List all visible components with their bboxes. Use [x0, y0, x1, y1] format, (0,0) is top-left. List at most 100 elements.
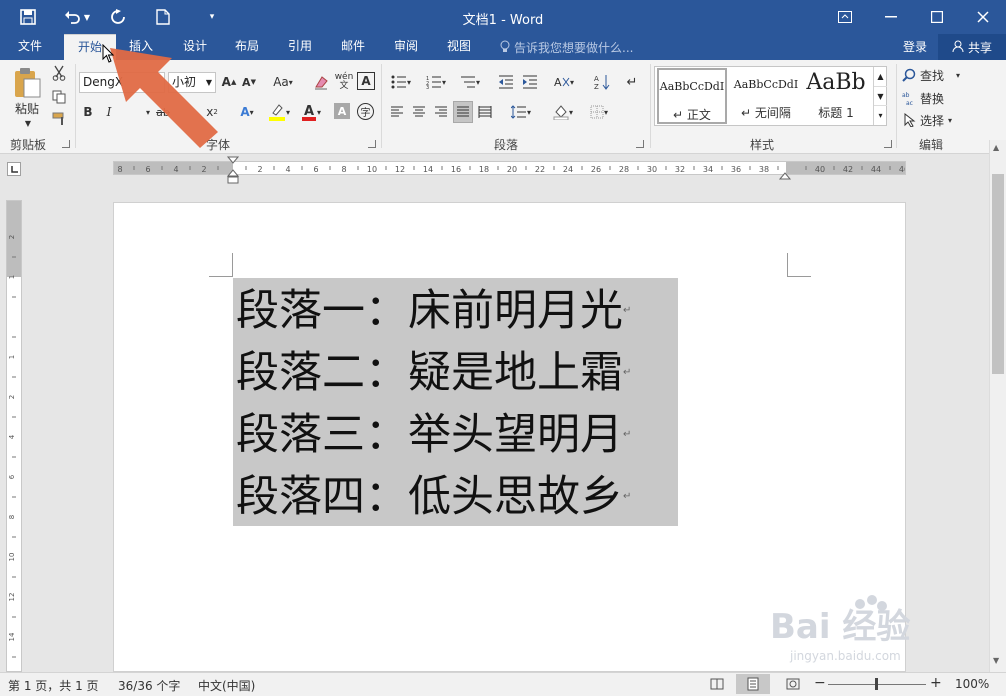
highlight-color-icon[interactable]: ▾ [264, 102, 294, 122]
align-center-icon[interactable] [410, 102, 428, 122]
find-button[interactable]: 查找 ▾ [902, 66, 960, 84]
language-indicator[interactable]: 中文(中国) [198, 677, 255, 694]
svg-text:ac: ac [906, 100, 913, 105]
cursor-icon [904, 113, 916, 127]
first-line-indent-marker[interactable] [226, 156, 240, 187]
enclose-characters-icon[interactable]: 字 [357, 103, 374, 120]
decrease-indent-icon[interactable] [496, 72, 516, 92]
align-right-icon[interactable] [432, 102, 450, 122]
tell-me-placeholder: 告诉我您想要做什么... [514, 41, 634, 55]
scroll-thumb[interactable] [992, 174, 1004, 374]
tab-references[interactable]: 引用 [277, 34, 323, 60]
justify-icon[interactable] [453, 101, 473, 123]
copy-icon[interactable] [50, 88, 68, 106]
sign-in-link[interactable]: 登录 [903, 38, 927, 55]
tab-review[interactable]: 审阅 [383, 34, 429, 60]
gallery-more-icon[interactable]: ▾ [874, 105, 887, 124]
paragraph-2[interactable]: 段落二：疑是地上霜↵ [236, 342, 631, 404]
paste-label[interactable]: 粘贴 [10, 100, 44, 116]
show-formatting-marks-icon[interactable]: ↵ [624, 72, 640, 92]
numbering-icon[interactable]: 1 2 3 ▾ [422, 72, 450, 92]
paragraph-launcher-icon[interactable] [636, 140, 644, 148]
scroll-down-icon[interactable]: ▼ [993, 656, 999, 665]
maximize-icon[interactable] [914, 0, 960, 34]
tab-layout[interactable]: 布局 [224, 34, 270, 60]
bold-icon[interactable]: B [80, 102, 96, 122]
line-spacing-icon[interactable]: ▾ [506, 102, 536, 122]
text-effects-icon[interactable]: A ▾ [234, 102, 260, 122]
cut-icon[interactable] [50, 64, 68, 82]
format-painter-icon[interactable] [50, 110, 68, 128]
character-shading-icon[interactable]: A [334, 103, 350, 119]
find-icon [902, 68, 916, 82]
paragraph-4[interactable]: 段落四：低头思故乡↵ [236, 466, 631, 528]
web-layout-icon[interactable] [786, 677, 800, 694]
font-launcher-icon[interactable] [368, 140, 376, 148]
scroll-up-icon[interactable]: ▲ [993, 143, 999, 152]
ruler-label: 12 [8, 593, 16, 602]
ruler-label: 2 [201, 165, 206, 174]
zoom-in-icon[interactable]: + [930, 675, 942, 691]
change-case-icon[interactable]: Aa ▾ [269, 72, 297, 92]
character-border-icon[interactable]: A [357, 72, 375, 90]
print-layout-icon[interactable] [736, 674, 770, 694]
font-color-icon[interactable]: A ▾ [298, 102, 324, 122]
tab-file[interactable]: 文件 [6, 34, 54, 60]
vertical-ruler-ticks: 21124681012141618 [8, 235, 16, 658]
right-indent-marker[interactable] [778, 169, 792, 183]
paste-icon[interactable] [10, 66, 44, 100]
style-normal[interactable]: AaBbCcDdI ↵ 正文 [657, 68, 727, 124]
tab-view[interactable]: 视图 [436, 34, 482, 60]
page-count[interactable]: 第 1 页，共 1 页 [8, 677, 99, 694]
minimize-icon[interactable] [868, 0, 914, 34]
shading-icon[interactable]: ▾ [548, 102, 578, 122]
ruler-label: 8 [117, 165, 122, 174]
paragraph-1[interactable]: 段落一：床前明月光↵ [236, 280, 631, 342]
select-button[interactable]: 选择 ▾ [902, 111, 952, 129]
ruler-label: 6 [8, 474, 16, 479]
borders-icon[interactable]: ▾ [584, 102, 614, 122]
close-icon[interactable] [960, 0, 1006, 34]
tell-me-box[interactable]: 告诉我您想要做什么... [500, 39, 633, 56]
svg-text:Bai 经验: Bai 经验 [770, 607, 910, 647]
word-count[interactable]: 36/36 个字 [118, 677, 180, 694]
multilevel-list-icon[interactable]: ▾ [456, 72, 484, 92]
styles-launcher-icon[interactable] [884, 140, 892, 148]
ruler-label: 44 [871, 165, 881, 174]
ruler-label: 2 [8, 395, 16, 399]
paragraph-3[interactable]: 段落三：举头望明月↵ [236, 404, 631, 466]
zoom-level[interactable]: 100% [955, 677, 989, 691]
paste-dropdown-icon[interactable]: ▼ [22, 118, 34, 128]
style-heading-1[interactable]: AaBb 标题 1 [803, 68, 869, 124]
gallery-down-icon[interactable]: ▼ [874, 86, 887, 105]
ruler-label: 4 [173, 165, 178, 174]
person-icon [952, 40, 964, 55]
ribbon-display-options-icon[interactable] [822, 0, 868, 34]
phonetic-guide-icon[interactable]: wén 文 [334, 72, 354, 92]
sort-icon[interactable]: AZ [592, 72, 612, 92]
style-no-spacing[interactable]: AaBbCcDdI ↵ 无间隔 [731, 68, 801, 124]
ruler-label: 2 [257, 165, 262, 174]
tab-mailings[interactable]: 邮件 [330, 34, 376, 60]
ruler-label: 16 [451, 165, 461, 174]
zoom-slider-thumb[interactable] [875, 678, 878, 690]
shrink-font-icon[interactable]: A ▼ [240, 72, 258, 92]
share-label: 共享 [967, 40, 992, 55]
chinese-layout-icon[interactable]: A ▾ [550, 72, 578, 92]
align-left-icon[interactable] [388, 102, 406, 122]
vertical-scrollbar[interactable]: ▲ ▼ [989, 140, 1006, 672]
zoom-out-icon[interactable]: − [814, 675, 826, 691]
style-normal-label: ↵ 正文 [673, 108, 711, 122]
paragraph-mark-icon: ↵ [623, 305, 632, 316]
clipboard-launcher-icon[interactable] [62, 140, 70, 148]
read-mode-icon[interactable] [710, 677, 724, 694]
vertical-ruler[interactable]: 21124681012141618 [6, 200, 22, 672]
replace-button[interactable]: ab ac 替换 [902, 89, 944, 107]
increase-indent-icon[interactable] [520, 72, 540, 92]
distributed-icon[interactable] [476, 102, 494, 122]
share-button[interactable]: 共享 [938, 34, 1006, 60]
bullets-icon[interactable]: ▾ [387, 72, 415, 92]
gallery-up-icon[interactable]: ▲ [874, 67, 887, 86]
clear-formatting-icon[interactable] [311, 72, 331, 92]
tab-selector[interactable] [7, 162, 21, 176]
